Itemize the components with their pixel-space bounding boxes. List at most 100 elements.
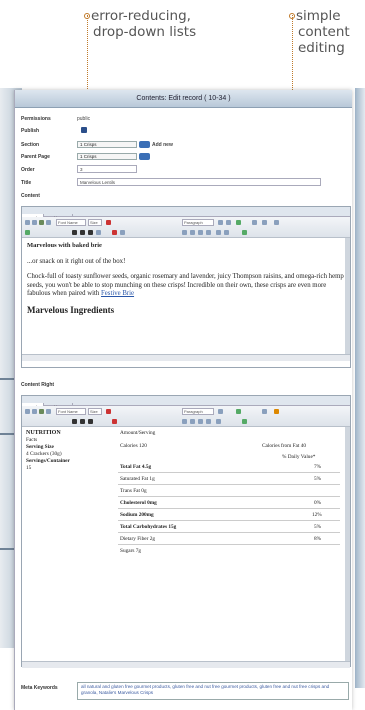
callout-line: drop-down lists: [93, 24, 197, 40]
field-label: Parent Page: [21, 154, 50, 160]
order-input[interactable]: 3: [77, 165, 137, 173]
content-paragraph: Chock-full of toasty sunflower seeds, or…: [27, 273, 344, 297]
source-icon[interactable]: [274, 409, 279, 414]
nutrition-row: Dietary Fiber 2g 8%: [118, 533, 340, 545]
servings-container-label: Servings/Container: [26, 458, 70, 464]
callout-line: error-reducing,: [91, 8, 191, 24]
cut-icon[interactable]: [46, 220, 51, 225]
content-right-label: Content Right: [21, 382, 55, 388]
nutrition-content[interactable]: NUTRITION Facts Serving Size 4 Crackers …: [22, 427, 350, 661]
numbered-list-icon[interactable]: [224, 230, 229, 235]
align-right-icon[interactable]: [198, 419, 203, 424]
add-section-button[interactable]: [139, 141, 150, 148]
title-input[interactable]: Marvelous Lentils: [77, 178, 321, 186]
content-right-editor[interactable]: HtmlObjects Font Name Size Paragraph: [21, 395, 351, 668]
nutrition-row: Sodium 200mg 12%: [118, 509, 340, 521]
table-icon[interactable]: [218, 409, 223, 414]
undo-icon[interactable]: [25, 409, 30, 414]
background-page-strip-right: [355, 88, 365, 688]
section-select[interactable]: 1 Crisps: [77, 141, 137, 148]
calories-fat-value: Calories from Fat 40: [262, 443, 306, 449]
redo-icon[interactable]: [32, 220, 37, 225]
font-color-icon[interactable]: [112, 419, 117, 424]
format-select[interactable]: Paragraph: [182, 408, 214, 415]
nutrition-row: Total Carbohydrates 15g 5%: [118, 521, 340, 533]
festive-brie-link[interactable]: Festive Brie: [101, 290, 134, 297]
italic-icon[interactable]: [80, 230, 85, 235]
link-icon[interactable]: [236, 409, 241, 414]
font-name-select[interactable]: Font Name: [56, 219, 86, 226]
spellcheck-icon[interactable]: [106, 220, 111, 225]
cut-icon[interactable]: [46, 409, 51, 414]
underline-icon[interactable]: [88, 230, 93, 235]
editor-statusbar: [22, 661, 350, 668]
styles-icon[interactable]: [25, 230, 30, 235]
insert-image-icon[interactable]: [242, 419, 247, 424]
editor-scrollbar[interactable]: [345, 427, 350, 661]
media-icon[interactable]: [262, 409, 267, 414]
callout-line: editing: [298, 40, 345, 56]
field-label: Order: [21, 167, 35, 173]
calories-value: Calories 120: [120, 443, 147, 449]
italic-icon[interactable]: [80, 419, 85, 424]
format-select[interactable]: Paragraph: [182, 219, 214, 226]
nutrition-title: NUTRITION: [26, 430, 61, 436]
align-center-icon[interactable]: [190, 419, 195, 424]
link-icon[interactable]: [236, 220, 241, 225]
highlight-icon[interactable]: [120, 230, 125, 235]
media-icon[interactable]: [262, 220, 267, 225]
publish-checkbox[interactable]: [81, 127, 87, 133]
nutrition-row: Saturated Fat 1g 5%: [118, 473, 340, 485]
bullet-list-icon[interactable]: [216, 230, 221, 235]
add-new-link[interactable]: Add new: [152, 142, 173, 148]
field-label: Section: [21, 142, 40, 148]
justify-icon[interactable]: [206, 230, 211, 235]
align-left-icon[interactable]: [182, 230, 187, 235]
bold-icon[interactable]: [72, 230, 77, 235]
parent-page-button[interactable]: [139, 153, 150, 160]
strikethrough-icon[interactable]: [96, 230, 101, 235]
callout-dropdown-lists: error-reducing, drop-down lists: [84, 8, 196, 40]
image-icon[interactable]: [226, 220, 231, 225]
font-color-icon[interactable]: [112, 230, 117, 235]
content-paragraph: ...or snack on it right out of the box!: [27, 257, 126, 265]
align-right-icon[interactable]: [198, 230, 203, 235]
meta-keywords-label: Meta Keywords: [21, 685, 58, 691]
bullet-list-icon[interactable]: [216, 419, 221, 424]
editor-content[interactable]: Marvelous with baked brie ...or snack on…: [22, 238, 350, 354]
font-name-select[interactable]: Font Name: [56, 408, 86, 415]
justify-icon[interactable]: [206, 419, 211, 424]
callout-content-editing: simple content editing: [289, 8, 350, 56]
servings-container-value: 15: [26, 465, 32, 471]
amount-serving-header: Amount/Serving: [120, 430, 156, 436]
editor-statusbar: [22, 354, 350, 361]
font-size-select[interactable]: Size: [88, 408, 102, 415]
align-center-icon[interactable]: [190, 230, 195, 235]
spellcheck-icon[interactable]: [106, 409, 111, 414]
bold-icon[interactable]: [72, 419, 77, 424]
source-icon[interactable]: [274, 220, 279, 225]
parent-page-select[interactable]: 1 Crisps: [77, 153, 137, 160]
daily-value-header: % Daily Value*: [282, 454, 316, 460]
paste-icon[interactable]: [39, 220, 44, 225]
insert-image-icon[interactable]: [242, 230, 247, 235]
nutrition-row: Trans Fat 0g: [118, 485, 340, 497]
nutrition-facts-label: Facts: [26, 437, 38, 443]
nutrition-row: Cholesterol 0mg 0%: [118, 497, 340, 509]
anchor-icon[interactable]: [252, 220, 257, 225]
content-heading: Marvelous with baked brie: [27, 242, 102, 249]
meta-keywords-textarea[interactable]: all natural and gluten free gourmet prod…: [77, 682, 349, 700]
paste-icon[interactable]: [39, 409, 44, 414]
table-icon[interactable]: [218, 220, 223, 225]
serving-size-label: Serving Size: [26, 444, 54, 450]
redo-icon[interactable]: [32, 409, 37, 414]
font-size-select[interactable]: Size: [88, 219, 102, 226]
underline-icon[interactable]: [88, 419, 93, 424]
field-label: Title: [21, 180, 32, 186]
permissions-value: public: [77, 116, 91, 122]
content-editor[interactable]: HtmlObjects Font Name Size Paragraph: [21, 206, 351, 368]
edit-record-window: Contents: Edit record ( 10-34 ) Permissi…: [14, 90, 352, 710]
align-left-icon[interactable]: [182, 419, 187, 424]
undo-icon[interactable]: [25, 220, 30, 225]
editor-scrollbar[interactable]: [345, 238, 350, 354]
